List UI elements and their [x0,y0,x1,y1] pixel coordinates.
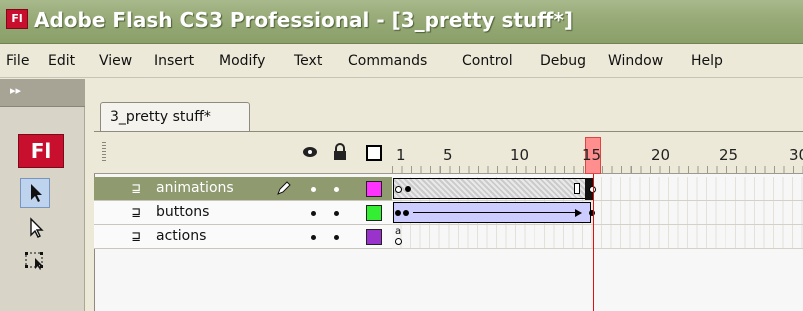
visibility-dot[interactable] [311,235,316,240]
menu-debug[interactable]: Debug [540,53,586,69]
flash-logo: Fl [18,134,64,168]
layer-row-actions[interactable]: ⊒ actions [94,225,392,249]
tween-arrow-line [413,212,575,213]
menu-edit[interactable]: Edit [48,53,75,69]
visibility-dot[interactable] [311,187,316,192]
subselection-arrow-icon [30,217,44,238]
tools-panel-header: ▸▸ [0,79,85,107]
lock-dot[interactable] [334,211,339,216]
layer-name[interactable]: animations [156,180,234,196]
keyframe[interactable] [589,210,595,216]
tab-3-pretty-stuff[interactable]: 3_pretty stuff* [100,102,250,132]
keyframe[interactable] [405,186,411,192]
frame-number-30: 30 [789,146,803,164]
keyframe-empty[interactable] [395,238,402,245]
frame-number-10: 10 [510,146,530,164]
frames-row-animations[interactable] [392,177,803,201]
frame-end-marker [574,183,580,194]
menu-file[interactable]: File [6,53,29,69]
current-frame-number: 15 [582,146,602,164]
frame-number-5: 5 [443,146,453,164]
menu-view[interactable]: View [99,53,132,69]
layer-color-swatch[interactable] [366,229,382,245]
keyframe[interactable] [403,210,409,216]
layer-name[interactable]: buttons [156,204,209,220]
pencil-icon [277,181,291,195]
frames-row-actions[interactable]: a [392,225,803,249]
frame-number-20: 20 [651,146,671,164]
layer-row-animations[interactable]: ⊒ animations [94,177,392,201]
flash-app-icon[interactable]: Fl [6,9,28,29]
menu-insert[interactable]: Insert [154,53,194,69]
layer-color-swatch[interactable] [366,205,382,221]
window-title: Adobe Flash CS3 Professional - [3_pretty… [34,8,574,32]
layer-icon: ⊒ [132,181,141,197]
title-bar[interactable]: Fl Adobe Flash CS3 Professional - [3_pre… [0,0,803,44]
layer-color-swatch[interactable] [366,181,382,197]
lock-dot[interactable] [334,235,339,240]
selection-arrow-icon [31,184,42,202]
visibility-dot[interactable] [311,211,316,216]
menu-bar: File Edit View Insert Modify Text Comman… [0,44,803,78]
outline-icon[interactable] [366,145,382,161]
menu-commands[interactable]: Commands [348,53,427,69]
frame-number-1: 1 [396,146,406,164]
lock-icon[interactable] [332,143,348,161]
keyframe[interactable] [395,210,401,216]
collapse-icon[interactable]: ▸▸ [10,84,21,97]
layer-icon: ⊒ [132,229,141,245]
layer-icon: ⊒ [132,205,141,221]
tab-label: 3_pretty stuff* [110,109,211,125]
frame-number-25: 25 [719,146,739,164]
playhead-line [593,174,594,311]
layer-name[interactable]: actions [156,228,206,244]
menu-help[interactable]: Help [691,53,723,69]
eye-icon[interactable] [301,144,319,160]
subselection-tool[interactable] [20,213,50,243]
shape-tween-span[interactable] [393,178,591,199]
lock-dot[interactable] [334,187,339,192]
selection-tool[interactable] [20,178,50,208]
flash-window: Fl Adobe Flash CS3 Professional - [3_pre… [0,0,803,311]
free-transform-icon [25,252,43,270]
menu-window[interactable]: Window [608,53,663,69]
free-transform-tool[interactable] [20,246,50,276]
menu-control[interactable]: Control [462,53,513,69]
tween-arrowhead [575,209,582,217]
menu-modify[interactable]: Modify [219,53,265,69]
action-script-marker: a [395,226,402,237]
menu-text[interactable]: Text [294,53,322,69]
panel-grip[interactable] [102,142,106,162]
frames-row-buttons[interactable] [392,201,803,225]
layer-row-buttons[interactable]: ⊒ buttons [94,201,392,225]
keyframe-empty[interactable] [395,186,402,193]
